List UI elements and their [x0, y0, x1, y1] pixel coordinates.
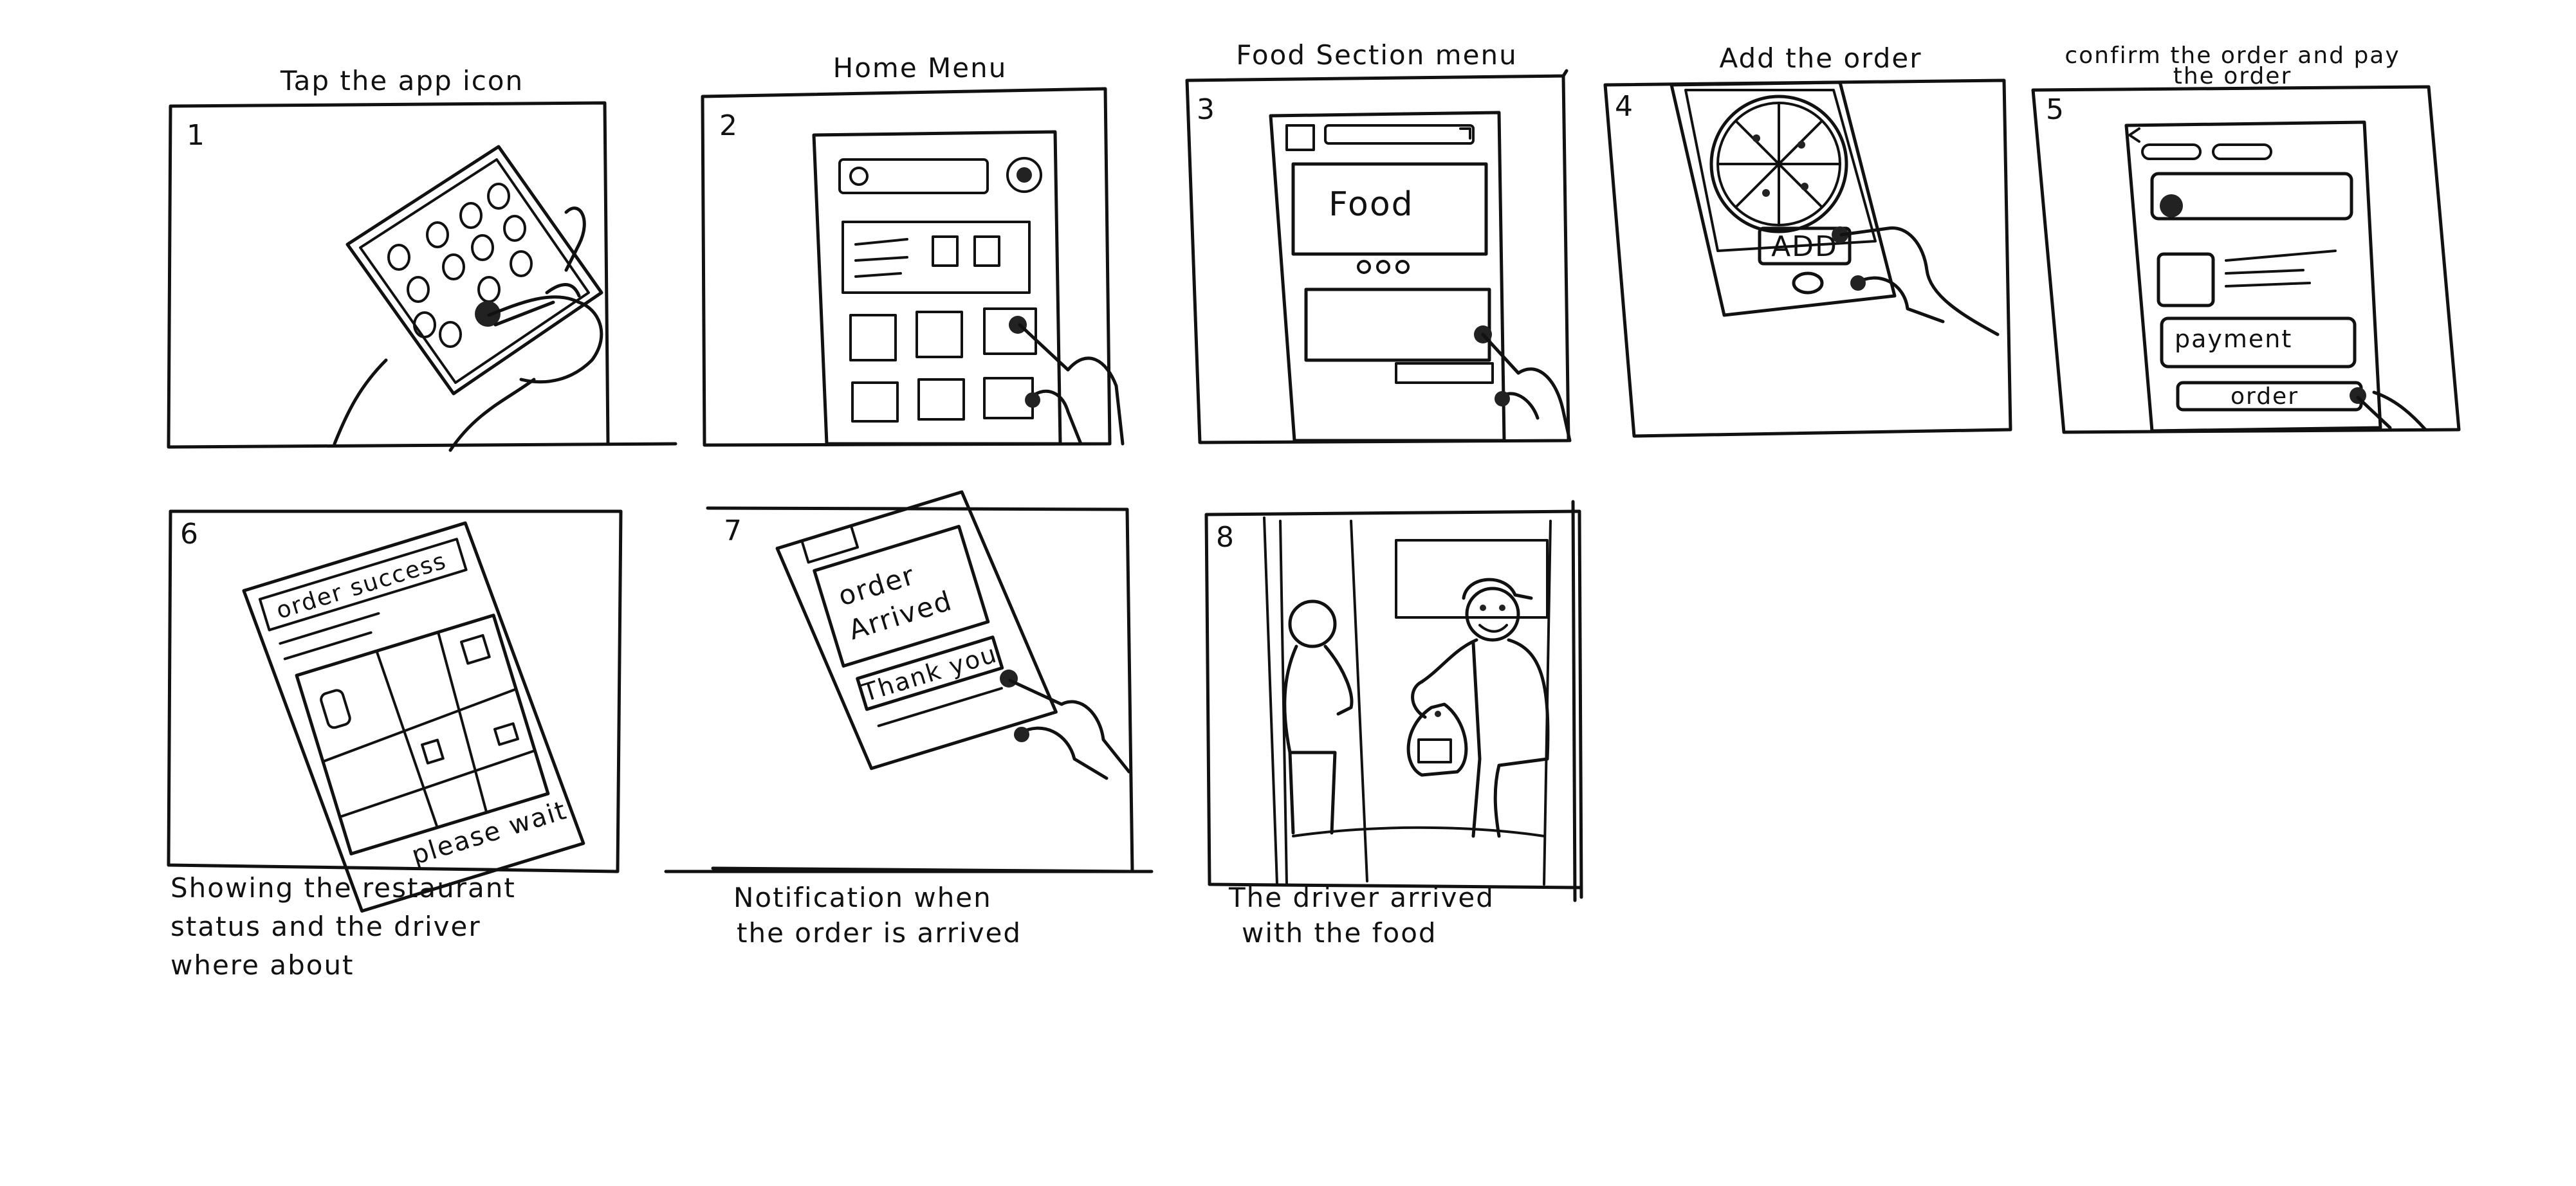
location-pin-icon	[2160, 194, 2183, 217]
home-button	[1792, 271, 1824, 295]
panel-8-caption-line-1: The driver arrived	[1228, 882, 1495, 913]
phone-home-screen	[812, 130, 1062, 446]
order-button-label: order	[2231, 383, 2299, 410]
customer-icon	[1283, 599, 1354, 835]
phone-food-screen: Food	[1269, 111, 1506, 442]
restaurant-marker-icon	[460, 634, 491, 665]
storyboard: Tap the app icon 1 Home Menu 2 Food Sect…	[167, 39, 2461, 981]
food-banner-text: Food	[1329, 185, 1414, 224]
tablet-sketch	[345, 145, 603, 396]
order-item-thumbnail	[2157, 252, 2215, 307]
panel-6-caption-line-1: Showing the restaurant	[170, 872, 516, 904]
hand-icon	[1009, 316, 1125, 446]
panel-7: 7 order Arrived Thank you Notification w…	[664, 490, 1154, 949]
panel-7-caption-line-1: Notification when	[733, 882, 992, 913]
category-tile	[915, 311, 963, 358]
panel-2-number: 2	[719, 109, 739, 142]
hand-icon	[333, 206, 603, 452]
pizza-icon	[1709, 95, 1848, 233]
panel-8-number: 8	[1216, 521, 1235, 554]
panel-1: Tap the app icon 1	[167, 65, 677, 452]
driver-marker-icon	[320, 689, 351, 729]
panel-4: Add the order 4 ADD	[1603, 42, 2012, 438]
search-icon	[849, 167, 869, 186]
panel-4-title: Add the order	[1720, 42, 1922, 74]
food-bag-icon	[1406, 680, 1468, 777]
panel-4-number: 4	[1615, 90, 1634, 123]
panel-6-caption-line-3: where about	[170, 949, 354, 981]
back-icon	[2128, 127, 2140, 143]
phone-status-screen: order success please wait	[242, 521, 585, 913]
app-icon-grid-icon	[387, 183, 533, 348]
panel-1-title: Tap the app icon	[280, 65, 524, 96]
doorway-scene	[1263, 516, 1552, 886]
phone-notification-screen: order Arrived Thank you	[775, 490, 1058, 771]
address-field	[2150, 172, 2353, 221]
search-bar	[1324, 124, 1475, 145]
please-wait-text: please wait	[409, 796, 571, 871]
add-bar	[1395, 362, 1494, 384]
category-tile	[851, 381, 899, 423]
panel-7-caption-line-2: the order is arrived	[737, 917, 1022, 949]
add-button-label: ADD	[1771, 230, 1838, 263]
panel-5-title-line-2: the order	[2173, 63, 2292, 89]
panel-5-number: 5	[2046, 93, 2065, 126]
panel-3-title: Food Section menu	[1236, 39, 1517, 71]
category-tile	[917, 378, 965, 421]
banner	[842, 221, 1031, 294]
panel-6: 6 order success please wait Showing the …	[167, 509, 623, 981]
back-icon	[1285, 124, 1315, 151]
food-item-card	[1304, 287, 1491, 362]
phone-checkout-screen: payment order	[2124, 120, 2382, 433]
panel-8-frame	[1204, 500, 1583, 902]
panel-7-number: 7	[724, 515, 743, 547]
panel-2: Home Menu 2	[701, 52, 1125, 447]
panel-3-number: 3	[1197, 93, 1216, 126]
panel-8: 8 The driver arrived with the food	[1204, 500, 1583, 949]
panel-2-title: Home Menu	[833, 52, 1007, 84]
category-tile	[849, 314, 897, 361]
panel-8-caption-line-2: with the food	[1242, 917, 1437, 949]
panel-6-caption-line-2: status and the driver	[170, 911, 481, 942]
panel-1-number: 1	[187, 119, 206, 152]
payment-field-label: payment	[2175, 325, 2292, 353]
search-bar	[838, 158, 989, 194]
panel-1-frame	[167, 101, 677, 449]
panel-3: Food Section menu 3 Food	[1185, 39, 1572, 444]
panel-6-number: 6	[180, 518, 199, 551]
panel-5: confirm the order and pay the order 5 pa…	[2031, 42, 2461, 434]
